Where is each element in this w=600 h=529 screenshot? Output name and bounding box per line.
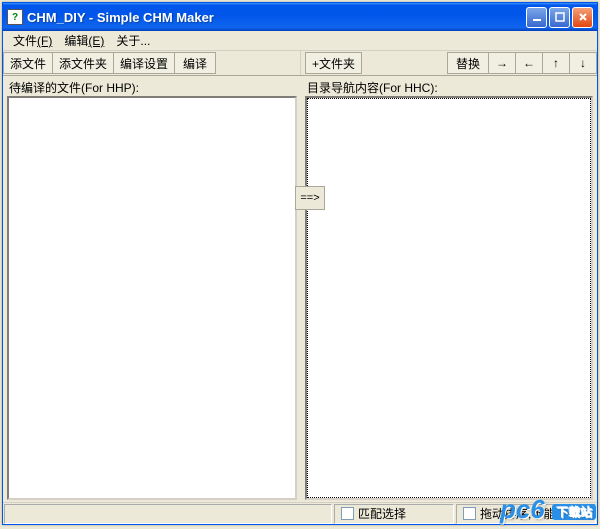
match-select-label: 匹配选择 bbox=[358, 505, 406, 522]
move-down-button[interactable]: ↓ bbox=[569, 52, 597, 74]
menu-edit-label: 编辑 bbox=[64, 34, 88, 48]
titlebar[interactable]: ? CHM_DIY - Simple CHM Maker bbox=[3, 3, 597, 31]
menu-edit-accel: (E) bbox=[88, 34, 104, 48]
toc-listbox[interactable] bbox=[305, 96, 593, 500]
left-pane-label: 待编译的文件(For HHP): bbox=[7, 78, 297, 96]
close-icon bbox=[578, 12, 588, 22]
toolbar: 添文件 添文件夹 编译设置 编译 +文件夹 替换 → ← ↑ ↓ bbox=[3, 51, 597, 76]
move-left-button[interactable]: ← bbox=[515, 52, 543, 74]
toolbar-right: +文件夹 替换 → ← ↑ ↓ bbox=[301, 51, 597, 75]
menu-edit[interactable]: 编辑(E) bbox=[58, 30, 110, 51]
menu-about[interactable]: 关于... bbox=[110, 30, 156, 51]
menu-file-accel: (F) bbox=[37, 34, 52, 48]
replace-button[interactable]: 替换 bbox=[447, 52, 489, 74]
right-pane-label: 目录导航内容(For HHC): bbox=[305, 78, 593, 96]
menu-file[interactable]: 文件(F) bbox=[7, 30, 58, 51]
compile-settings-button[interactable]: 编译设置 bbox=[113, 52, 175, 74]
status-match-select[interactable]: 匹配选择 bbox=[334, 504, 454, 524]
status-left bbox=[4, 504, 332, 524]
maximize-icon bbox=[555, 12, 565, 22]
add-file-button[interactable]: 添文件 bbox=[3, 52, 53, 74]
menu-file-label: 文件 bbox=[13, 34, 37, 48]
left-pane: 待编译的文件(For HHP): bbox=[3, 76, 301, 502]
maximize-button[interactable] bbox=[549, 7, 570, 28]
right-pane: 目录导航内容(For HHC): bbox=[301, 76, 597, 502]
compile-button[interactable]: 编译 bbox=[174, 52, 216, 74]
close-button[interactable] bbox=[572, 7, 593, 28]
drag-hint-label: 拖动排序,不能多选 bbox=[480, 505, 579, 522]
add-folder-button[interactable]: 添文件夹 bbox=[52, 52, 114, 74]
statusbar: 匹配选择 拖动排序,不能多选 bbox=[3, 502, 597, 524]
move-up-button[interactable]: ↑ bbox=[542, 52, 570, 74]
match-select-checkbox[interactable] bbox=[341, 507, 354, 520]
status-drag-hint: 拖动排序,不能多选 bbox=[456, 504, 596, 524]
menubar: 文件(F) 编辑(E) 关于... bbox=[3, 31, 597, 51]
minimize-button[interactable] bbox=[526, 7, 547, 28]
transfer-button[interactable]: ==> bbox=[295, 186, 325, 210]
files-listbox[interactable] bbox=[7, 96, 297, 500]
toolbar-left: 添文件 添文件夹 编译设置 编译 bbox=[3, 51, 301, 75]
drag-hint-checkbox[interactable] bbox=[463, 507, 476, 520]
move-right-button[interactable]: → bbox=[488, 52, 516, 74]
app-window: ? CHM_DIY - Simple CHM Maker 文件(F) 编辑(E)… bbox=[2, 2, 598, 525]
window-title: CHM_DIY - Simple CHM Maker bbox=[27, 10, 526, 25]
window-controls bbox=[526, 7, 593, 28]
content-area: 待编译的文件(For HHP): 目录导航内容(For HHC): ==> bbox=[3, 76, 597, 502]
minimize-icon bbox=[532, 12, 542, 22]
app-icon: ? bbox=[7, 9, 23, 25]
plus-folder-button[interactable]: +文件夹 bbox=[305, 52, 362, 74]
